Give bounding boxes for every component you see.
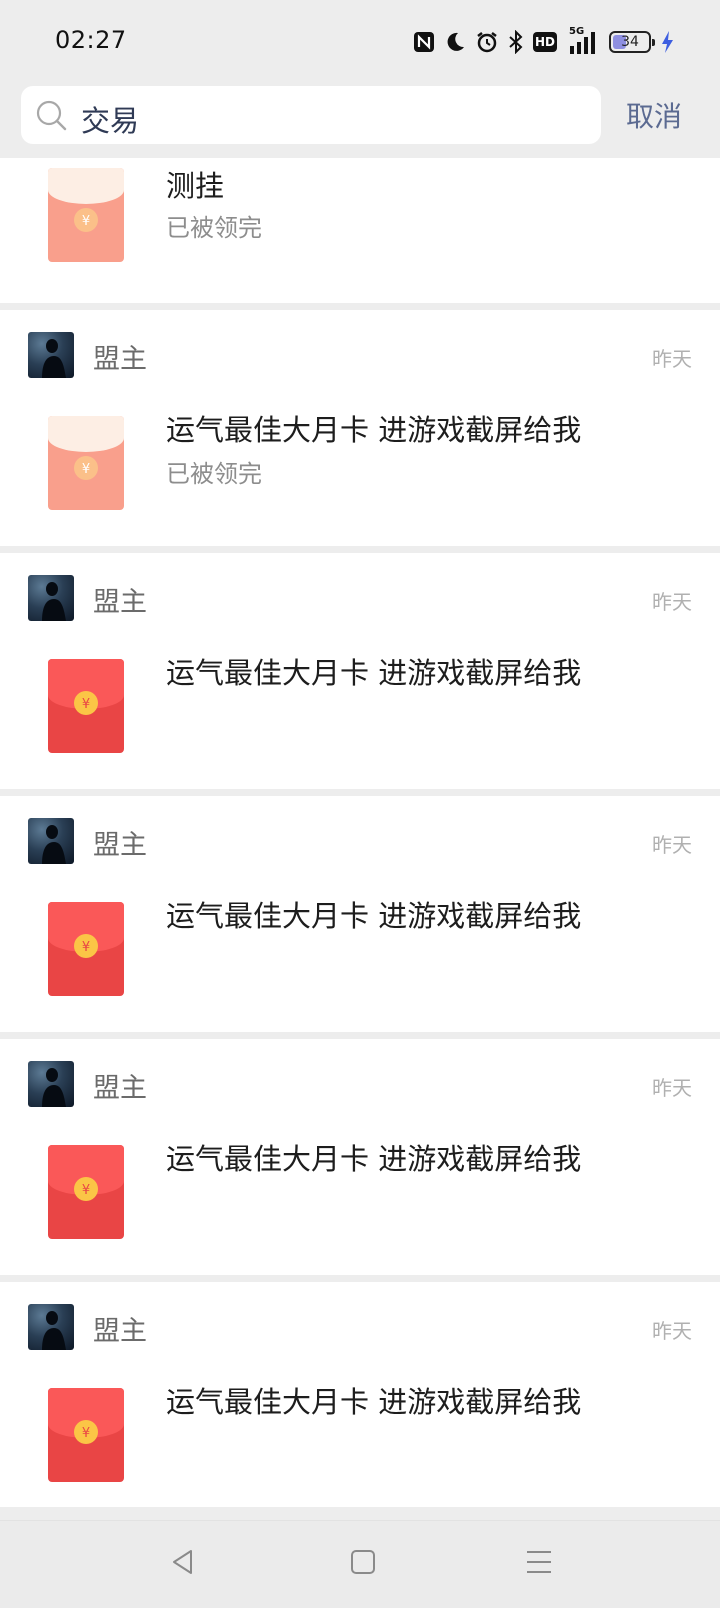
- recents-icon[interactable]: [524, 1547, 554, 1581]
- message-status: 已被领完: [166, 460, 262, 488]
- status-bar: 02:27 HD 5G 34: [0, 0, 720, 82]
- status-time: 02:27: [55, 26, 127, 54]
- navigation-bar: [0, 1520, 720, 1608]
- message-text: 运气最佳大月卡 进游戏截屏给我: [166, 656, 582, 690]
- message-status: 已被领完: [166, 214, 262, 242]
- charging-icon: [660, 30, 674, 54]
- svg-text:¥: ¥: [82, 697, 90, 712]
- message-time: 昨天: [652, 833, 692, 857]
- home-icon[interactable]: [348, 1547, 378, 1581]
- svg-text:¥: ¥: [82, 940, 90, 955]
- red-packet-icon: ¥: [48, 902, 124, 996]
- search-input[interactable]: 交易: [21, 86, 601, 144]
- avatar: [28, 575, 74, 621]
- message-time: 昨天: [652, 1076, 692, 1100]
- svg-text:¥: ¥: [82, 214, 90, 229]
- svg-text:¥: ¥: [82, 1426, 90, 1441]
- message-text: 运气最佳大月卡 进游戏截屏给我: [166, 899, 582, 933]
- moon-icon: [444, 31, 466, 53]
- sender-name: 盟主: [93, 344, 147, 375]
- message-time: 昨天: [652, 590, 692, 614]
- message-time: 昨天: [652, 347, 692, 371]
- search-query: 交易: [81, 104, 140, 138]
- result-item[interactable]: 盟主 昨天 ¥ 运气最佳大月卡 进游戏截屏给我: [0, 553, 720, 789]
- avatar: [28, 332, 74, 378]
- red-packet-icon: ¥: [48, 1388, 124, 1482]
- result-item[interactable]: 盟主 昨天 ¥ 运气最佳大月卡 进游戏截屏给我 已被领完: [0, 310, 720, 546]
- red-packet-icon: ¥: [48, 1145, 124, 1239]
- status-icons: HD 5G 34: [413, 26, 674, 56]
- sender-name: 盟主: [93, 1316, 147, 1347]
- svg-text:¥: ¥: [82, 1183, 90, 1198]
- hd-icon: HD: [533, 32, 557, 52]
- red-packet-opened-icon: ¥: [48, 416, 124, 510]
- sender-name: 盟主: [93, 830, 147, 861]
- battery-icon: 34: [609, 31, 655, 53]
- red-packet-icon: ¥: [48, 659, 124, 753]
- message-time: 昨天: [652, 1319, 692, 1343]
- alarm-icon: [475, 30, 499, 54]
- red-packet-opened-icon: ¥: [48, 168, 124, 262]
- cancel-button[interactable]: 取消: [626, 95, 682, 135]
- back-icon[interactable]: [168, 1547, 198, 1581]
- sender-name: 盟主: [93, 587, 147, 618]
- avatar: [28, 818, 74, 864]
- result-item[interactable]: 盟主 昨天 ¥ 运气最佳大月卡 进游戏截屏给我: [0, 1282, 720, 1507]
- message-text: 运气最佳大月卡 进游戏截屏给我: [166, 413, 582, 447]
- avatar: [28, 1061, 74, 1107]
- search-row: 交易 取消: [0, 82, 720, 158]
- search-icon: [36, 100, 68, 136]
- battery-level: 34: [621, 34, 639, 50]
- result-item[interactable]: ¥ 测挂 已被领完: [0, 158, 720, 303]
- avatar: [28, 1304, 74, 1350]
- svg-text:¥: ¥: [82, 462, 90, 477]
- message-text: 运气最佳大月卡 进游戏截屏给我: [166, 1142, 582, 1176]
- message-text: 运气最佳大月卡 进游戏截屏给我: [166, 1385, 582, 1419]
- bluetooth-icon: [508, 30, 524, 54]
- sender-name: 盟主: [93, 1073, 147, 1104]
- result-item[interactable]: 盟主 昨天 ¥ 运气最佳大月卡 进游戏截屏给我: [0, 1039, 720, 1275]
- nfc-icon: [413, 31, 435, 53]
- message-text: 测挂: [166, 169, 225, 203]
- signal-5g-icon: 5G: [566, 26, 600, 54]
- result-item[interactable]: 盟主 昨天 ¥ 运气最佳大月卡 进游戏截屏给我: [0, 796, 720, 1032]
- search-results-list: ¥ 测挂 已被领完 盟主 昨天 ¥ 运气最佳大月卡 进游戏截屏给我 已被领完 盟…: [0, 158, 720, 1507]
